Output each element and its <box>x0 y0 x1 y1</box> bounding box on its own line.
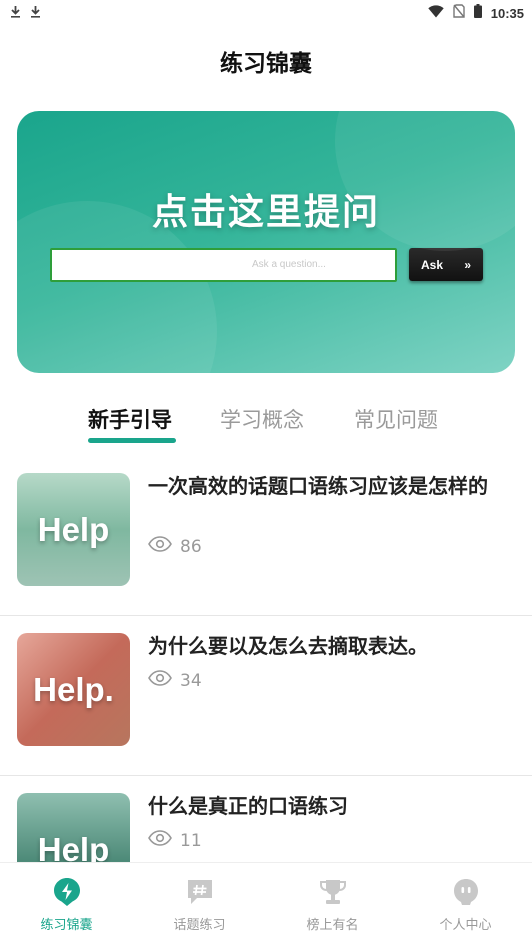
ask-button[interactable]: Ask » <box>409 248 483 281</box>
bottom-nav: 练习锦囊 话题练习 榜上有名 个人中心 <box>0 862 532 947</box>
no-sim-icon <box>453 4 465 22</box>
download-icon <box>30 5 41 22</box>
article-title: 为什么要以及怎么去摘取表达。 <box>148 634 428 658</box>
list-item[interactable]: Help 一次高效的话题口语练习应该是怎样的 86 <box>0 456 532 616</box>
article-title: 什么是真正的口语练习 <box>148 794 348 818</box>
article-thumbnail: Help <box>17 473 130 586</box>
banner-title: 点击这里提问 <box>151 192 380 233</box>
thumbnail-text: Help <box>37 830 110 863</box>
hash-chat-icon <box>185 877 215 907</box>
list-item[interactable]: Help. 为什么要以及怎么去摘取表达。 34 <box>0 616 532 776</box>
article-thumbnail: Help. <box>17 633 130 746</box>
view-count-value: 86 <box>180 536 202 557</box>
active-tab-indicator <box>88 438 176 443</box>
question-input[interactable]: Ask a question... <box>50 248 397 282</box>
nav-item-profile[interactable]: 个人中心 <box>399 877 532 933</box>
eye-icon <box>148 536 172 557</box>
nav-item-tips[interactable]: 练习锦囊 <box>0 877 133 933</box>
double-chevron-icon: » <box>464 257 471 272</box>
eye-icon <box>148 830 172 851</box>
ask-button-label: Ask <box>421 257 444 272</box>
view-count-value: 34 <box>180 670 202 691</box>
list-item[interactable]: Help 什么是真正的口语练习 11 <box>0 776 532 862</box>
view-count-value: 11 <box>180 830 202 851</box>
status-bar: 10:35 <box>0 0 532 26</box>
category-tabs: 新手引导 学习概念 常见问题 <box>0 400 532 450</box>
article-thumbnail: Help <box>17 793 130 862</box>
trophy-icon <box>318 877 348 907</box>
tab-faq[interactable]: 常见问题 <box>354 404 438 434</box>
view-count: 11 <box>148 830 202 851</box>
view-count: 34 <box>148 670 202 691</box>
clock: 10:35 <box>490 5 524 21</box>
page-title: 练习锦囊 <box>220 51 312 77</box>
article-list[interactable]: Help 一次高效的话题口语练习应该是怎样的 86 Help. 为什么要以及怎么… <box>0 456 532 862</box>
article-title: 一次高效的话题口语练习应该是怎样的 <box>148 474 488 498</box>
tab-beginner-guide[interactable]: 新手引导 <box>88 404 172 434</box>
thumbnail-text: Help <box>37 510 110 548</box>
eye-icon <box>148 670 172 691</box>
view-count: 86 <box>148 536 202 557</box>
face-icon <box>451 877 481 907</box>
battery-icon <box>473 4 482 22</box>
lightning-icon <box>52 877 82 907</box>
nav-label: 个人中心 <box>439 918 492 933</box>
ask-banner[interactable]: 点击这里提问 Ask a question... Ask » <box>17 111 515 373</box>
download-icon <box>10 5 21 22</box>
nav-item-topic-practice[interactable]: 话题练习 <box>133 877 266 933</box>
nav-item-leaderboard[interactable]: 榜上有名 <box>266 877 399 933</box>
nav-label: 榜上有名 <box>306 918 359 933</box>
nav-label: 话题练习 <box>173 918 226 933</box>
thumbnail-text: Help. <box>33 670 114 708</box>
nav-label: 练习锦囊 <box>40 918 93 933</box>
wifi-icon <box>428 4 444 22</box>
tab-learning-concepts[interactable]: 学习概念 <box>220 404 304 434</box>
